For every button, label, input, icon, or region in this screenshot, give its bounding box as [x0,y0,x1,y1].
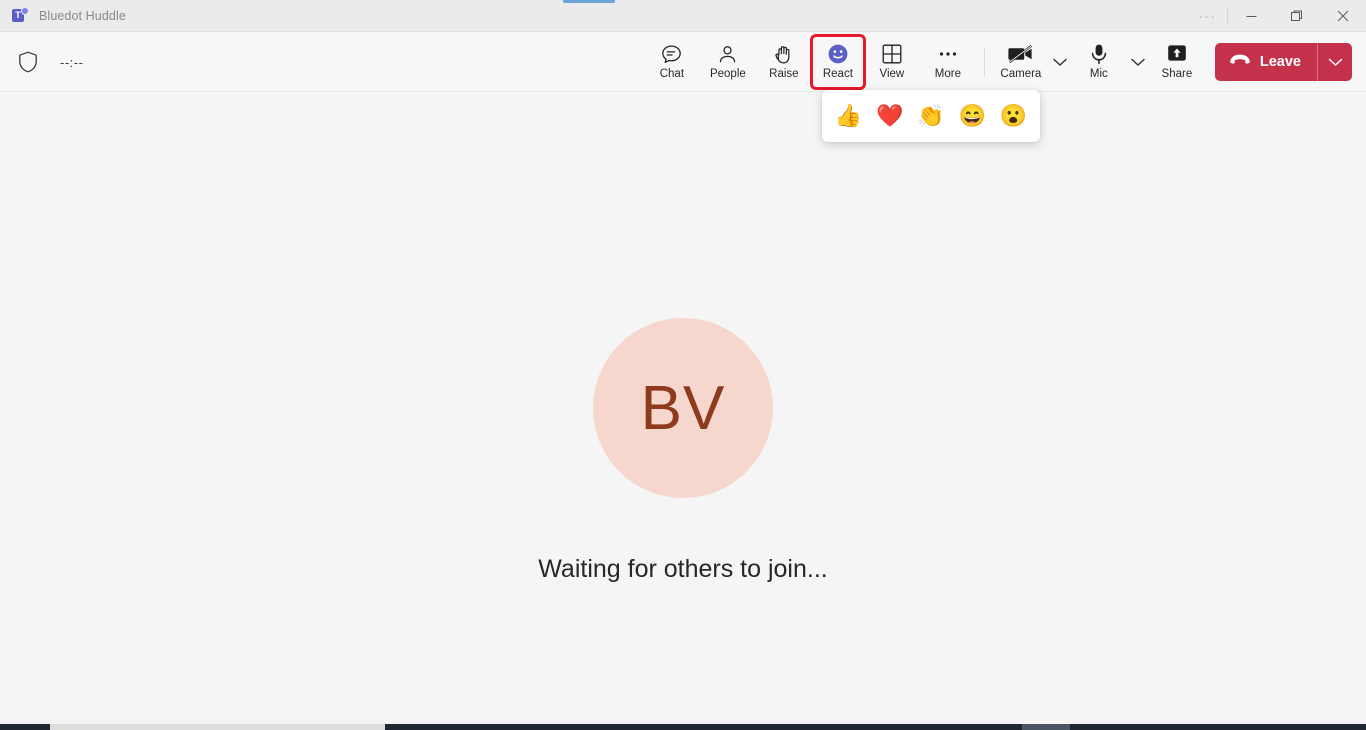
meeting-control-bar: --:-- Chat People Raise React View More … [0,32,1366,92]
title-bar-left: T Bluedot Huddle [0,7,126,24]
window-controls: ··· [1187,0,1366,32]
avatar-initials: BV [640,373,726,443]
meeting-bar-left: --:-- [18,32,83,92]
reactions-popup: 👍 ❤️ 👏 😄 😮 [822,90,1040,142]
active-tab-indicator [563,0,615,3]
raise-hand-button-label: Raise [769,68,799,80]
people-button-label: People [709,68,746,80]
avatar: BV [593,318,773,498]
raise-hand-icon [773,43,794,65]
toolbar-divider-1 [983,48,985,76]
camera-off-icon [1008,43,1034,65]
taskbar-segment [1022,724,1070,730]
share-screen-icon [1166,43,1188,65]
chat-button-label: Chat [659,68,685,80]
more-button-label: More [934,68,961,80]
minimize-button[interactable] [1228,0,1274,32]
close-button[interactable] [1320,0,1366,32]
view-button[interactable]: View [864,36,920,88]
react-button[interactable]: React [809,34,866,90]
leave-button[interactable]: Leave [1214,43,1352,81]
shield-icon [18,51,38,73]
microphone-icon [1089,43,1109,65]
hangup-phone-icon [1229,53,1251,71]
camera-button-label: Camera [1000,68,1042,80]
view-button-label: View [879,68,905,80]
chat-button[interactable]: Chat [644,36,700,88]
people-button[interactable]: People [700,36,756,88]
leave-options-chevron[interactable] [1318,43,1352,81]
horizontal-scrollbar[interactable] [50,724,385,730]
maximize-button[interactable] [1274,0,1320,32]
mic-button[interactable]: Mic [1071,36,1127,88]
mic-options-chevron[interactable] [1127,36,1149,88]
person-icon [717,43,738,65]
meeting-timer: --:-- [60,54,84,70]
teams-logo-dot [21,7,29,15]
surprised-emoji[interactable]: 😮 [997,100,1029,132]
leave-button-main[interactable]: Leave [1215,43,1317,81]
heart-emoji[interactable]: ❤️ [874,100,906,132]
window-more-button[interactable]: ··· [1187,0,1227,32]
teams-logo-icon: T [12,7,29,24]
leave-button-label: Leave [1259,54,1301,70]
more-button[interactable]: More [920,36,976,88]
maximize-icon [1291,10,1302,21]
waiting-status-text: Waiting for others to join... [538,555,828,583]
clapping-emoji[interactable]: 👏 [915,100,947,132]
window-title: Bluedot Huddle [39,8,126,23]
minimize-icon [1246,15,1256,17]
thumbs-up-emoji[interactable]: 👍 [833,100,865,132]
window-title-bar: T Bluedot Huddle ··· [0,0,1366,32]
smiley-face-icon [827,43,849,65]
chevron-down-icon [1328,58,1342,66]
share-button[interactable]: Share [1149,36,1205,88]
grid-layout-icon [882,43,902,65]
react-button-label: React [822,68,853,80]
camera-options-chevron[interactable] [1049,36,1071,88]
chat-bubble-icon [661,43,682,65]
laughing-emoji[interactable]: 😄 [956,100,988,132]
chevron-down-icon [1131,58,1145,66]
close-icon [1337,10,1349,22]
meeting-bar-right: Chat People Raise React View More Camera… [644,32,1352,92]
ellipsis-icon [937,43,959,65]
mic-button-label: Mic [1089,68,1108,80]
share-button-label: Share [1161,68,1193,80]
meeting-stage: BV Waiting for others to join... [0,93,1366,717]
chevron-down-icon [1053,58,1067,66]
raise-hand-button[interactable]: Raise [756,36,812,88]
camera-button[interactable]: Camera [993,36,1049,88]
